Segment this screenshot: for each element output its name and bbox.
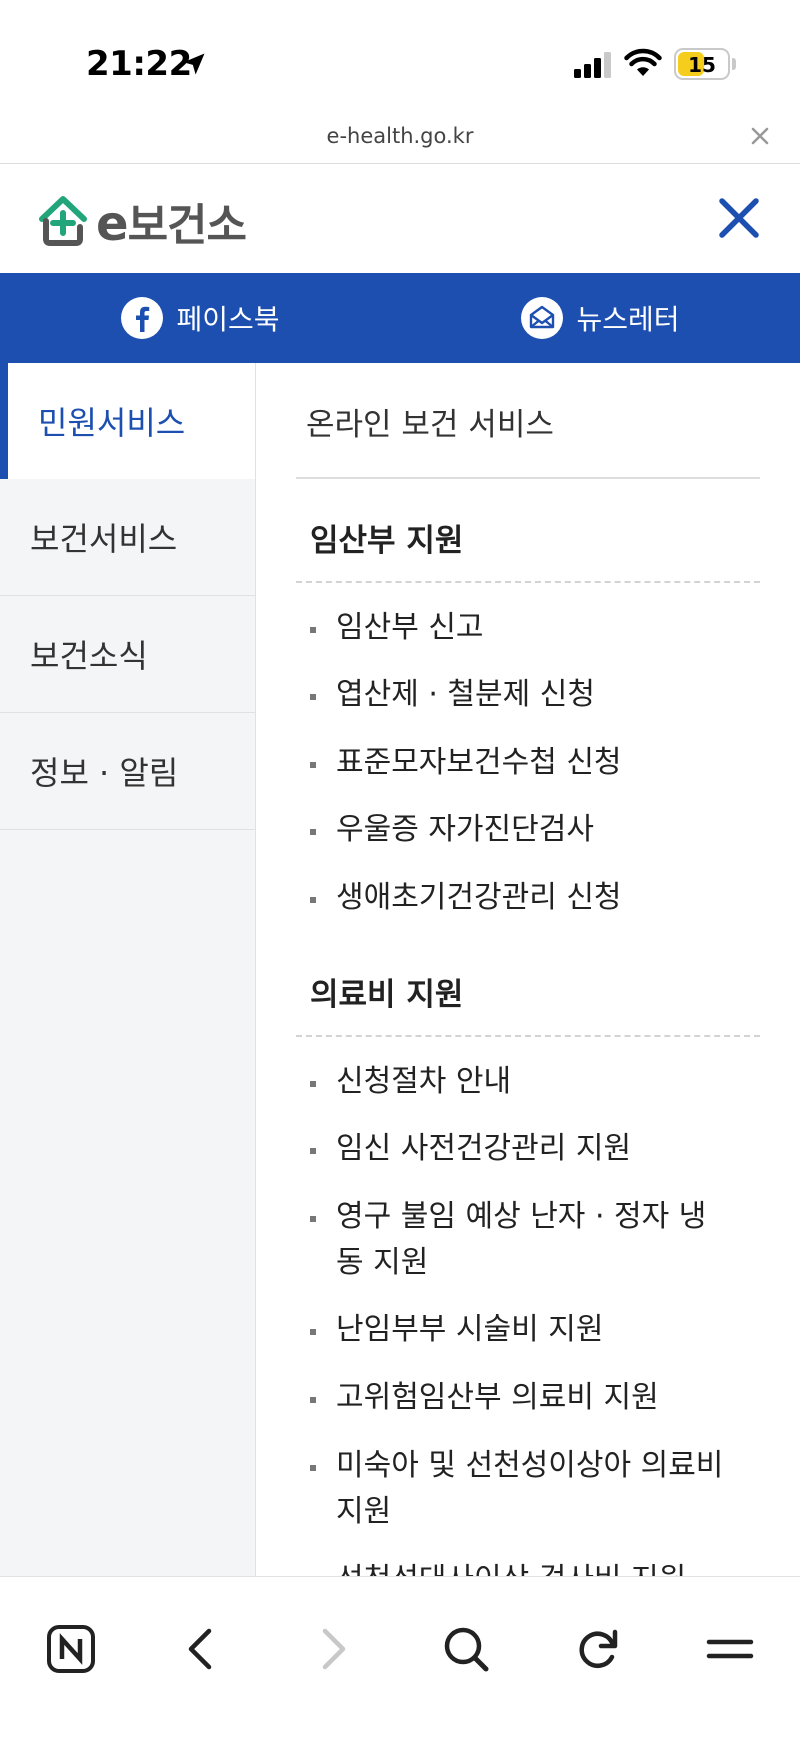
submenu-panel: 온라인 보건 서비스 임산부 지원 임산부 신고 엽산제 · 철분제 신청 표준… [256,363,800,1577]
left-nav: 민원서비스 보건서비스 보건소식 정보 · 알림 [0,363,256,1577]
social-link-bar: 페이스북 뉴스레터 [0,273,800,363]
newsletter-link[interactable]: 뉴스레터 [400,273,800,363]
submenu-item[interactable]: 영구 불임 예상 난자 · 정자 냉동 지원 [310,1194,730,1286]
status-bar: 21:22 15 [0,0,800,120]
close-icon[interactable] [748,124,772,148]
battery-percent: 15 [688,53,716,77]
logo-prefix: e [96,196,129,252]
logo-wordmark: e보건소 [96,189,247,253]
submenu-item[interactable]: 임산부 신고 [310,605,730,651]
submenu-item[interactable]: 신청절차 안내 [310,1059,730,1105]
nav-item-health-news[interactable]: 보건소식 [0,596,255,713]
submenu-item[interactable]: 우울증 자가진단검사 [310,807,730,853]
nav-item-health-service[interactable]: 보건서비스 [0,479,255,596]
submenu-item[interactable]: 임신 사전건강관리 지원 [310,1126,730,1172]
battery-tip [732,58,736,70]
facebook-link[interactable]: 페이스북 [0,273,400,363]
forward-arrow-icon[interactable] [306,1623,358,1675]
menu-hamburger-icon[interactable] [704,1623,756,1675]
dashed-divider [296,1035,760,1037]
back-arrow-icon[interactable] [176,1623,228,1675]
facebook-icon [121,297,164,339]
newsletter-label: 뉴스레터 [576,303,680,336]
section-title-medical-cost[interactable]: 의료비 지원 [310,969,463,1014]
newsletter-mail-icon [521,297,564,339]
submenu-item[interactable]: 생애초기건강관리 신청 [310,875,730,921]
site-logo[interactable]: e보건소 [36,189,247,253]
location-arrow-icon [183,53,205,75]
submenu-title[interactable]: 온라인 보건 서비스 [306,399,554,444]
dashed-divider [296,581,760,583]
submenu-item[interactable]: 엽산제 · 철분제 신청 [310,672,730,718]
refresh-icon[interactable] [572,1623,624,1675]
nav-item-info-notice[interactable]: 정보 · 알림 [0,713,255,830]
submenu-item[interactable]: 선천성대사이상 검사비 지원 [310,1557,730,1577]
section-title-pregnancy[interactable]: 임산부 지원 [310,515,463,560]
divider [296,477,760,479]
browser-toolbar [0,1576,800,1740]
wifi-icon [624,48,662,76]
close-menu-icon[interactable] [716,195,762,241]
cellular-signal-icon [574,52,611,78]
naver-home-icon[interactable] [45,1623,97,1675]
site-header: e보건소 [0,165,800,273]
status-time: 21:22 [86,44,192,84]
nav-item-civil-service[interactable]: 민원서비스 [0,363,255,479]
submenu-item[interactable]: 표준모자보건수첩 신청 [310,740,730,786]
facebook-label: 페이스북 [176,303,280,336]
health-house-logo-icon [39,196,87,246]
browser-url-bar[interactable]: e-health.go.kr [0,118,800,164]
logo-name: 보건소 [127,200,247,251]
submenu-item[interactable]: 난임부부 시술비 지원 [310,1307,730,1353]
submenu-item[interactable]: 미숙아 및 선천성이상아 의료비 지원 [310,1443,730,1535]
submenu-item[interactable]: 고위험임산부 의료비 지원 [310,1375,730,1421]
battery-indicator: 15 [674,48,730,80]
search-icon[interactable] [440,1623,492,1675]
menu-body: 민원서비스 보건서비스 보건소식 정보 · 알림 온라인 보건 서비스 임산부 … [0,363,800,1577]
url-text[interactable]: e-health.go.kr [0,124,800,148]
